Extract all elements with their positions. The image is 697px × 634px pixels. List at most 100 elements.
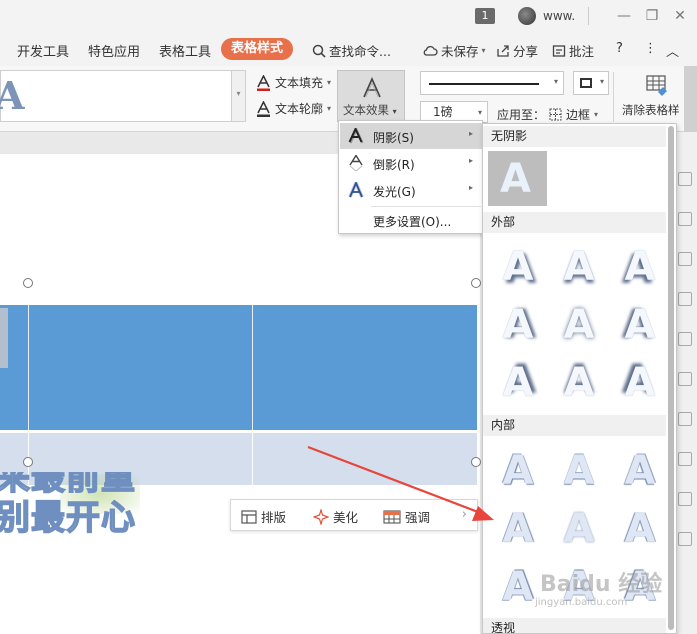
restore-button[interactable]: ❐ [640, 4, 664, 28]
side-tool-icon[interactable] [678, 172, 692, 186]
side-tool-icon[interactable] [678, 412, 692, 426]
user-name[interactable]: www. [543, 9, 575, 23]
command-search[interactable]: 查找命令... [312, 41, 391, 60]
collapse-ribbon-button[interactable]: ︿ [666, 41, 679, 60]
tab-features[interactable]: 特色应用 [88, 41, 140, 60]
outer-shadow-option[interactable]: A [493, 242, 543, 292]
eraser-table-icon [646, 75, 667, 96]
resize-handle[interactable] [23, 457, 33, 467]
text-outline-label: 文本轮廓 [275, 102, 324, 116]
cloud-icon [423, 45, 438, 56]
menu-item-more-settings[interactable]: 更多设置(O)... [340, 207, 482, 233]
border-label: 边框 [566, 108, 591, 122]
side-tool-icon[interactable] [678, 452, 692, 466]
emphasis-button[interactable]: 强调 [383, 507, 430, 526]
search-icon [312, 44, 326, 58]
layout-icon [241, 509, 257, 524]
gallery-scroll-button[interactable]: ▾ [232, 70, 246, 122]
outer-shadow-option[interactable]: A [493, 300, 543, 350]
text-effect-menu: 阴影(S) ▸ 倒影(R) ▸ 发光(G) ▸ 更多设置(O)... [338, 120, 483, 234]
chevron-down-icon: ▾ [327, 78, 332, 87]
apply-to-label: 应用至： [497, 106, 545, 123]
inner-shadow-option[interactable]: A [493, 504, 543, 554]
menu-item-reflection[interactable]: 倒影(R) ▸ [340, 150, 482, 176]
share-icon [497, 44, 509, 57]
text-effect-label-wrap: 文本效果 ▾ [343, 102, 397, 118]
column-divider [252, 433, 253, 485]
line-style-select[interactable]: ▾ [420, 71, 564, 95]
chevron-down-icon: ▾ [594, 110, 599, 119]
outer-shadow-option[interactable]: A [554, 358, 604, 408]
side-tool-icon[interactable] [678, 532, 692, 546]
border-select[interactable]: 边框 ▾ [549, 106, 598, 123]
inner-shadow-option[interactable]: A [615, 504, 665, 554]
share-button[interactable]: 分享 [496, 41, 538, 60]
comment-icon [552, 44, 566, 57]
chevron-right-icon: ▸ [468, 156, 473, 165]
side-tool-icon[interactable] [678, 292, 692, 306]
menu-item-label: 阴影(S) [373, 131, 414, 145]
side-tool-icon[interactable] [678, 252, 692, 266]
layout-label: 排版 [261, 510, 287, 525]
side-tool-icon[interactable] [678, 492, 692, 506]
tab-developer[interactable]: 开发工具 [17, 41, 69, 60]
outer-shadow-option[interactable]: A [615, 242, 665, 292]
wordart-style-gallery[interactable]: A [0, 70, 232, 122]
wordart-preview-icon: A [0, 73, 25, 118]
side-tool-icon[interactable] [678, 332, 692, 346]
clear-table-style-label: 清除表格样 [622, 103, 680, 117]
tab-table-style[interactable]: 表格样式 [221, 38, 293, 60]
chevron-right-icon[interactable]: › [462, 507, 467, 522]
clear-table-style-button[interactable]: 清除表格样 [620, 72, 686, 124]
menu-item-label: 发光(G) [373, 185, 416, 199]
avatar[interactable] [518, 7, 536, 25]
outer-shadow-option[interactable]: A [615, 300, 665, 350]
title-separator [588, 7, 589, 25]
text-fill-icon [257, 74, 270, 91]
comment-button[interactable]: 批注 [552, 41, 594, 60]
inner-shadow-option[interactable]: A [554, 446, 604, 496]
menu-item-label: 更多设置(O)... [373, 215, 452, 229]
outer-shadow-option[interactable]: A [554, 242, 604, 292]
command-search-label: 查找命令... [329, 44, 391, 59]
layout-button[interactable]: 排版 [241, 507, 286, 526]
comment-label: 批注 [569, 44, 595, 59]
border-grid-icon [549, 108, 562, 121]
more-options-button[interactable]: ⋮ [644, 41, 657, 56]
window-count-badge[interactable]: 1 [475, 8, 495, 24]
close-button[interactable]: ✕ [668, 4, 692, 28]
chevron-down-icon: ▾ [392, 107, 397, 116]
text-fill-button[interactable]: 文本填充 ▾ [256, 74, 331, 91]
inner-shadow-option[interactable]: A [615, 446, 665, 496]
section-inner: 内部 [483, 415, 666, 436]
outer-shadow-option[interactable]: A [615, 358, 665, 408]
wordart-line-2: 别最开心 [0, 497, 136, 539]
no-shadow-option[interactable]: A [488, 151, 547, 206]
chevron-down-icon: ▾ [481, 46, 486, 55]
panel-scrollbar[interactable] [668, 126, 674, 630]
outer-shadow-option[interactable]: A [493, 358, 543, 408]
beautify-button[interactable]: 美化 [313, 507, 358, 526]
resize-handle[interactable] [471, 278, 481, 288]
text-effect-button[interactable]: 文本效果 ▾ [337, 70, 405, 122]
ribbon-scrollbar[interactable] [684, 66, 697, 132]
outer-shadow-option[interactable]: A [554, 300, 604, 350]
border-color-select[interactable]: ▾ [573, 71, 609, 95]
inner-shadow-option[interactable]: A [554, 504, 604, 554]
emphasis-table-icon [383, 509, 401, 524]
glow-effect-icon [348, 182, 364, 198]
resize-handle[interactable] [471, 457, 481, 467]
side-tool-icon[interactable] [678, 372, 692, 386]
tab-table-tools[interactable]: 表格工具 [159, 41, 211, 60]
minimize-button[interactable]: — [612, 4, 636, 28]
help-button[interactable]: ? [616, 41, 623, 56]
menu-item-glow[interactable]: 发光(G) ▸ [340, 177, 482, 203]
side-tool-icon[interactable] [678, 212, 692, 226]
save-status[interactable]: 未保存 ▾ [422, 41, 486, 60]
table-header-row[interactable] [0, 305, 477, 430]
menu-item-shadow[interactable]: 阴影(S) ▸ [340, 123, 482, 149]
ribbon-tabs: 开发工具 特色应用 表格工具 表格样式 查找命令... 未保存 ▾ 分享 批注 … [0, 32, 697, 66]
text-outline-button[interactable]: 文本轮廓 ▾ [256, 100, 331, 117]
resize-handle[interactable] [23, 278, 33, 288]
inner-shadow-option[interactable]: A [493, 446, 543, 496]
